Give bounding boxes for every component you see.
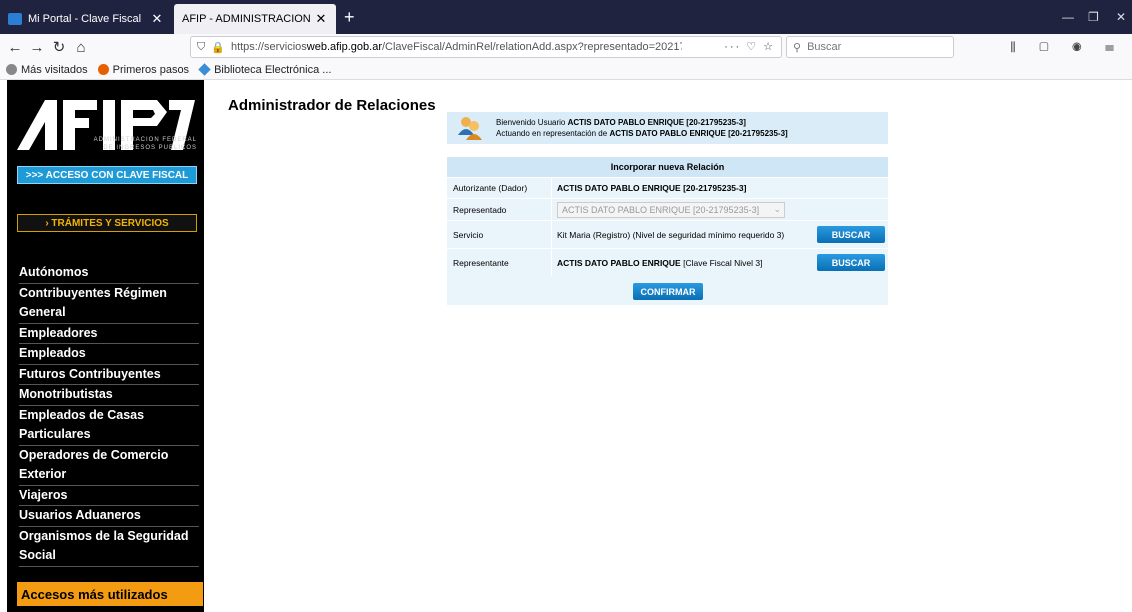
page-title: Administrador de Relaciones: [228, 97, 436, 114]
divider: [551, 221, 552, 248]
representante-value: ACTIS DATO PABLO ENRIQUE [Clave Fiscal N…: [557, 249, 762, 276]
accesos-mas-utilizados[interactable]: Accesos más utilizados: [17, 582, 203, 606]
bookmark-mas-visitados[interactable]: Más visitados: [6, 64, 88, 76]
search-placeholder: Buscar: [807, 41, 842, 53]
sidebar-item-monotributistas[interactable]: Monotributistas: [19, 385, 199, 406]
search-input[interactable]: ⚲ Buscar: [786, 36, 954, 58]
bookmark-biblioteca[interactable]: Biblioteca Electrónica ...: [198, 63, 332, 76]
sidebar-menu: Autónomos Contribuyentes Régimen General…: [19, 263, 199, 567]
close-icon[interactable]: ✕: [150, 11, 164, 27]
acting-prefix: Actuando en representación de: [496, 129, 608, 138]
sidebar-item-contribuyentes-regimen[interactable]: Contribuyentes Régimen: [19, 284, 199, 304]
sidebar-item-empleados[interactable]: Empleados: [19, 344, 199, 365]
url-domain: web.afip.gob.ar: [306, 41, 382, 53]
form-header: Incorporar nueva Relación: [447, 157, 888, 177]
firefox-icon: [97, 64, 109, 75]
bookmark-label: Más visitados: [21, 63, 88, 76]
lock-icon: 🔒: [211, 41, 225, 54]
sidebar-item-general[interactable]: General: [19, 303, 199, 324]
sidebar-item-organismos-seguridad[interactable]: Organismos de la Seguridad: [19, 527, 199, 547]
afip-logo: [17, 100, 195, 150]
tab-title: Mi Portal - Clave Fiscal: [28, 13, 142, 25]
gear-icon: [6, 64, 17, 75]
buscar-servicio-button[interactable]: BUSCAR: [817, 226, 885, 243]
url-prefix: https://servicios: [230, 41, 307, 53]
servicio-value: Kit Maria (Registro) (Nivel de seguridad…: [557, 229, 785, 240]
representado-label: Representado: [453, 204, 507, 215]
divider: [551, 178, 552, 198]
window-close-icon[interactable]: ✕: [1116, 10, 1126, 24]
url-bar[interactable]: ⛉ 🔒 https://servicios web.afip.gob.ar/Cla…: [190, 36, 782, 58]
minimize-icon[interactable]: —: [1062, 10, 1074, 24]
home-icon[interactable]: ⌂: [70, 39, 92, 56]
sidebar-item-exterior[interactable]: Exterior: [19, 465, 199, 486]
back-icon[interactable]: ←: [4, 39, 26, 56]
bookmark-primeros-pasos[interactable]: Primeros pasos: [97, 63, 190, 76]
bookmarks-bar: Más visitados Primeros pasos Biblioteca …: [0, 60, 1132, 80]
sidebar-item-empleados-casas[interactable]: Empleados de Casas: [19, 406, 199, 426]
sidebar: ADMINISTRACION FEDERAL DE INGRESOS PUBLI…: [7, 80, 204, 612]
tab-title: AFIP - ADMINISTRACION FEDERAL: [182, 13, 314, 25]
users-icon: [458, 117, 482, 140]
toolbar-icons[interactable]: ⫼ ▢ ◉ ☰: [1010, 40, 1124, 55]
divider: [551, 199, 552, 220]
restore-icon[interactable]: ❐: [1088, 10, 1099, 24]
row-autorizante: Autorizante (Dador) ACTIS DATO PABLO ENR…: [447, 177, 888, 198]
sidebar-item-usuarios-aduaneros[interactable]: Usuarios Aduaneros: [19, 506, 199, 527]
sidebar-item-empleadores[interactable]: Empleadores: [19, 324, 199, 344]
welcome-prefix: Bienvenido Usuario: [496, 118, 566, 127]
portal-favicon-icon: [8, 13, 22, 25]
buscar-representante-button[interactable]: BUSCAR: [817, 254, 885, 271]
confirmar-button[interactable]: CONFIRMAR: [633, 283, 703, 300]
chevron-down-icon: ⌄: [773, 204, 781, 214]
sidebar-item-futuros-contribuyentes[interactable]: Futuros Contribuyentes: [19, 365, 199, 385]
representado-select[interactable]: ACTIS DATO PABLO ENRIQUE [20-21795235-3]…: [557, 202, 785, 218]
row-servicio: Servicio Kit Maria (Registro) (Nivel de …: [447, 220, 888, 248]
autorizante-label: Autorizante (Dador): [453, 183, 528, 193]
representante-label: Representante: [453, 257, 509, 268]
welcome-text: Bienvenido Usuario ACTIS DATO PABLO ENRI…: [496, 117, 788, 139]
sidebar-item-autonomos[interactable]: Autónomos: [19, 263, 199, 284]
welcome-user: ACTIS DATO PABLO ENRIQUE [20-21795235-3]: [567, 118, 746, 127]
tab-afip[interactable]: AFIP - ADMINISTRACION FEDERAL ✕: [174, 4, 336, 34]
representante-nivel: [Clave Fiscal Nivel 3]: [683, 257, 763, 268]
url-path: /ClaveFiscal/AdminRel/relationAdd.aspx?r…: [381, 41, 682, 53]
sidebar-item-social[interactable]: Social: [19, 546, 199, 567]
representado-value: ACTIS DATO PABLO ENRIQUE [20-21795235-3]: [562, 205, 760, 215]
nueva-relacion-form: Incorporar nueva Relación Autorizante (D…: [447, 157, 888, 305]
autorizante-value: ACTIS DATO PABLO ENRIQUE [20-21795235-3]: [557, 183, 747, 193]
bookmark-label: Primeros pasos: [112, 63, 190, 76]
sidebar-item-operadores-comercio[interactable]: Operadores de Comercio: [19, 446, 199, 466]
logo-line: ADMINISTRACION FEDERAL: [93, 137, 197, 143]
reload-icon[interactable]: ↻: [48, 38, 70, 56]
search-icon: ⚲: [793, 41, 802, 54]
row-representado: Representado ACTIS DATO PABLO ENRIQUE [2…: [447, 198, 888, 220]
url-actions[interactable]: ··· ♡ ☆: [724, 40, 775, 53]
sidebar-item-particulares[interactable]: Particulares: [19, 425, 199, 446]
browser-navbar: ← → ↻ ⌂ ⛉ 🔒 https://servicios web.afip.go…: [0, 34, 1132, 60]
servicio-label: Servicio: [453, 229, 484, 240]
logo-text: ADMINISTRACION FEDERAL DE INGRESOS PUBLI…: [17, 136, 197, 152]
representante-name: ACTIS DATO PABLO ENRIQUE: [557, 257, 681, 268]
close-icon[interactable]: ✕: [314, 11, 328, 27]
bookmark-label: Biblioteca Electrónica ...: [214, 63, 332, 76]
row-representante: Representante ACTIS DATO PABLO ENRIQUE […: [447, 248, 888, 276]
forward-icon[interactable]: →: [26, 39, 48, 56]
logo-line: DE INGRESOS PUBLICOS: [103, 145, 197, 151]
new-tab-button[interactable]: +: [344, 8, 355, 26]
shield-icon: ⛉: [197, 40, 206, 53]
acting-user: ACTIS DATO PABLO ENRIQUE [20-21795235-3]: [609, 129, 788, 138]
sidebar-item-viajeros[interactable]: Viajeros: [19, 486, 199, 506]
browser-tabbar: Mi Portal - Clave Fiscal ✕ AFIP - ADMINI…: [0, 0, 1132, 34]
acceso-clave-fiscal-button[interactable]: >>> ACCESO CON CLAVE FISCAL: [17, 166, 197, 184]
tramites-servicios-button[interactable]: › TRÁMITES Y SERVICIOS: [17, 214, 197, 232]
tab-mi-portal[interactable]: Mi Portal - Clave Fiscal ✕: [0, 4, 172, 34]
divider: [551, 249, 552, 276]
biblioteca-icon: [198, 63, 211, 76]
welcome-panel: Bienvenido Usuario ACTIS DATO PABLO ENRI…: [447, 112, 888, 144]
